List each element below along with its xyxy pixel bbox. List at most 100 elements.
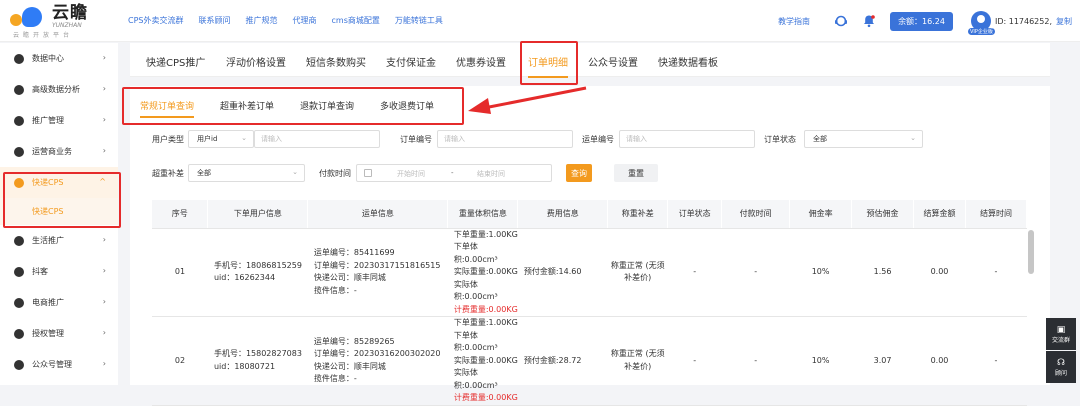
subtab-refund-orders[interactable]: 退款订单查询: [300, 99, 354, 112]
logo-icon: [8, 5, 50, 29]
brand-slogan: 云瞻开放平台: [13, 32, 74, 39]
user-type-input[interactable]: 请输入: [254, 130, 380, 148]
exchange-group-button[interactable]: ▣ 交流群: [1046, 318, 1076, 350]
sidebar-item-label: 数据中心: [32, 54, 64, 63]
sidebar-item-data-center[interactable]: 数据中心 ›: [0, 43, 118, 74]
waybill-cell: 运单编号：85289265 订单编号：20230316200302020 快递公司：…: [307, 316, 448, 406]
chat-icon: ▣: [1056, 324, 1066, 335]
tab-express-cps[interactable]: 快递CPS推广: [146, 54, 205, 69]
grid-icon: [14, 115, 24, 126]
brand-logo[interactable]: 云瞻 YUNZHAN: [8, 5, 88, 29]
topnav-link-tool[interactable]: 万能转链工具: [395, 15, 443, 26]
tab-order-details[interactable]: 订单明细: [528, 54, 568, 78]
order-no-label: 订单编号: [400, 135, 432, 144]
user-phone: 手机号：15802827083: [213, 349, 302, 359]
paytime-cell: -: [721, 316, 790, 406]
supplement-cell: 称重正常 (无须补差价): [607, 228, 668, 317]
user-type-value: 用户id: [197, 135, 218, 143]
fee-cell: 预付金额:14.60: [517, 228, 608, 317]
tab-data-board[interactable]: 快递数据看板: [658, 54, 718, 69]
col-header: 预估佣金: [851, 200, 915, 229]
topnav-agent[interactable]: 代理商: [293, 15, 317, 26]
order-status-select[interactable]: 全部 ⌄: [804, 130, 923, 148]
order-weight: 下单重量:1.00KG: [453, 318, 518, 327]
user-type-label: 用户类型: [152, 135, 184, 144]
avatar[interactable]: VIP企业版: [967, 11, 995, 35]
dashboard-icon: [14, 53, 24, 64]
tab-coupon[interactable]: 优惠券设置: [456, 54, 506, 69]
subtab-regular-orders[interactable]: 常规订单查询: [140, 99, 195, 118]
waybill-no: 运单编号：85411699: [313, 248, 395, 258]
topnav-cms-config[interactable]: cms商城配置: [332, 15, 380, 26]
tiktok-icon: [14, 266, 24, 277]
order-no-input[interactable]: 请输入: [437, 130, 573, 148]
paytime-cell: -: [721, 228, 790, 317]
waybill-no: 运单编号：85289265: [313, 336, 395, 346]
overweight-select[interactable]: 全部 ⌄: [188, 164, 305, 182]
calendar-icon: [364, 169, 372, 177]
pickup-info: 揽件信息：-: [313, 374, 357, 384]
pay-time-range[interactable]: 开始时间 - 结束时间: [356, 164, 552, 182]
chevron-up-icon: ^: [99, 177, 106, 186]
main-tabs: 快递CPS推广 浮动价格设置 短信条数购买 支付保证金 优惠券设置 订单明细 公…: [130, 43, 1050, 78]
advisor-label: 顾问: [1054, 369, 1067, 377]
advisor-button[interactable]: ☊ 顾问: [1046, 351, 1076, 383]
customer-service-icon[interactable]: [834, 14, 848, 28]
table-scrollbar[interactable]: [1028, 230, 1034, 274]
balance-button[interactable]: 余额：16.24: [890, 11, 953, 31]
order-status-label: 订单状态: [764, 135, 796, 144]
sidebar-subitem-express-cps[interactable]: 快递CPS: [0, 198, 118, 225]
sidebar-item-operator[interactable]: 运营商业务 ›: [0, 136, 118, 167]
teaching-guide-link[interactable]: 教学指南: [778, 16, 810, 27]
topnav-cps-group[interactable]: CPS外卖交流群: [128, 15, 184, 26]
sidebar-item-label: 推广管理: [32, 116, 64, 125]
waybill-cell: 运单编号：85411699 订单编号：20230317151816515 快递公司：…: [307, 228, 448, 317]
home-icon: [14, 235, 24, 246]
reset-button[interactable]: 重置: [614, 164, 658, 182]
sidebar-item-auth[interactable]: 授权管理 ›: [0, 318, 118, 349]
order-weight: 下单重量:1.00KG: [453, 229, 518, 239]
waybill-input[interactable]: 请输入: [619, 130, 755, 148]
layers-icon: [14, 84, 24, 95]
start-time-placeholder[interactable]: 开始时间: [397, 169, 425, 179]
tab-float-price[interactable]: 浮动价格设置: [226, 54, 286, 69]
est-commission-cell: 1.56: [851, 228, 914, 317]
subtab-overcharge-orders[interactable]: 多收退费订单: [380, 99, 434, 112]
user-type-select[interactable]: 用户id ⌄: [188, 130, 254, 148]
sidebar-item-express-cps[interactable]: 快递CPS ^: [0, 167, 118, 198]
copy-id-link[interactable]: 复制: [1056, 16, 1072, 27]
chevron-right-icon: ›: [102, 53, 106, 62]
tab-deposit[interactable]: 支付保证金: [386, 54, 436, 69]
query-button[interactable]: 查询: [566, 164, 592, 182]
actual-volume: 实际体积:0.00cm³: [453, 368, 498, 390]
chevron-right-icon: ›: [102, 266, 106, 275]
col-header: 订单状态: [667, 200, 723, 229]
topnav-promo-rules[interactable]: 推广规范: [246, 15, 278, 26]
courier: 快递公司：顺丰同城: [313, 273, 386, 283]
table-row: 01 手机号：18086815259 uid：16262344 运单编号：8541…: [152, 228, 1027, 317]
col-header: 下单用户信息: [207, 200, 309, 229]
sidebar-item-advanced-analysis[interactable]: 高级数据分析 ›: [0, 74, 118, 105]
tab-sms-purchase[interactable]: 短信条数购买: [306, 54, 366, 69]
col-header: 结算时间: [965, 200, 1028, 229]
annotation-arrow: [468, 86, 587, 114]
sidebar-item-ecommerce[interactable]: 电商推广 ›: [0, 287, 118, 318]
document-icon: [14, 146, 24, 157]
sidebar-item-life-promo[interactable]: 生活推广 ›: [0, 225, 118, 256]
col-header: 结算金额: [913, 200, 966, 229]
topnav-contact-advisor[interactable]: 联系顾问: [199, 15, 231, 26]
sidebar-item-promotion[interactable]: 推广管理 ›: [0, 105, 118, 136]
top-nav: CPS外卖交流群 联系顾问 推广规范 代理商 cms商城配置 万能转链工具: [128, 15, 458, 26]
chevron-right-icon: ›: [102, 115, 106, 124]
top-bar: 云瞻 YUNZHAN 云瞻开放平台 CPS外卖交流群 联系顾问 推广规范 代理商…: [0, 0, 1080, 42]
tab-official-account[interactable]: 公众号设置: [588, 54, 638, 69]
bell-icon[interactable]: [862, 14, 876, 28]
table-row: 02 手机号：15802827083 uid：18080721 运单编号：8528…: [152, 316, 1027, 406]
sidebar-item-douke[interactable]: 抖客 ›: [0, 256, 118, 287]
billed-weight: 计费重量:0.00KG: [453, 393, 518, 402]
end-time-placeholder[interactable]: 结束时间: [477, 169, 505, 179]
sidebar-item-official-account[interactable]: 公众号管理 ›: [0, 349, 118, 380]
overweight-value: 全部: [197, 169, 211, 177]
user-id: ID: 11746252,: [994, 16, 1052, 26]
subtab-overweight-orders[interactable]: 超重补差订单: [220, 99, 274, 112]
